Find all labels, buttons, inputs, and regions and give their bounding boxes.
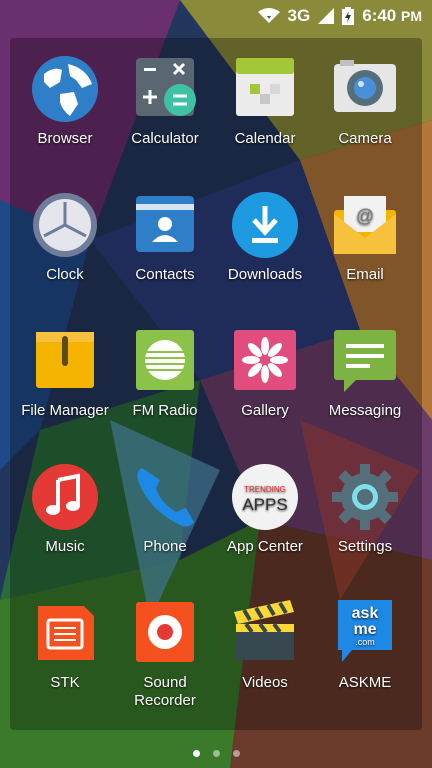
app-file-manager[interactable]: File Manager (15, 326, 115, 420)
svg-text:me: me (353, 621, 376, 638)
record-icon (136, 602, 194, 662)
askme-icon: ask me .com (338, 600, 392, 662)
gallery-flower-icon (234, 330, 296, 390)
sim-card-icon (38, 606, 94, 660)
app-calendar[interactable]: Calendar (215, 54, 315, 148)
trending-apps-icon: TRENDING APPS (232, 464, 298, 530)
app-camera[interactable]: Camera (315, 54, 415, 148)
message-icon (334, 330, 396, 392)
page-indicator (0, 750, 432, 757)
network-type-label: 3G (287, 6, 311, 25)
svg-text:ask: ask (352, 605, 379, 622)
page-dot-1[interactable] (192, 750, 200, 757)
calculator-icon (136, 58, 196, 116)
app-messaging[interactable]: Messaging (315, 326, 415, 420)
download-icon (232, 192, 298, 258)
clapperboard-icon (234, 600, 294, 660)
gear-icon (332, 464, 398, 530)
page-dot-2[interactable] (212, 750, 220, 757)
app-settings[interactable]: Settings (315, 462, 415, 556)
radio-icon (136, 330, 194, 390)
app-music[interactable]: Music (15, 462, 115, 556)
contacts-icon (136, 196, 194, 252)
app-browser[interactable]: Browser (15, 54, 115, 148)
app-app-center[interactable]: TRENDING APPS App Center (215, 462, 315, 556)
status-bar: 3G 6:40 PM (0, 0, 432, 32)
calendar-icon (236, 58, 294, 116)
svg-text:TRENDING: TRENDING (244, 485, 286, 494)
app-sound-recorder[interactable]: Sound Recorder (115, 598, 215, 710)
app-phone[interactable]: Phone (115, 462, 215, 556)
email-icon: @ (334, 196, 396, 254)
page-dot-3[interactable] (232, 750, 240, 757)
clock-icon (33, 193, 97, 257)
music-note-icon (32, 464, 98, 530)
globe-icon (32, 56, 98, 122)
camera-icon (334, 60, 396, 112)
app-downloads[interactable]: Downloads (215, 190, 315, 284)
phone-icon (137, 468, 194, 527)
app-calculator[interactable]: Calculator (115, 54, 215, 148)
app-askme[interactable]: ask me .com ASKME (315, 598, 415, 692)
app-videos[interactable]: Videos (215, 598, 315, 692)
svg-text:@: @ (356, 206, 374, 226)
app-stk[interactable]: STK (15, 598, 115, 692)
app-gallery[interactable]: Gallery (215, 326, 315, 420)
app-fm-radio[interactable]: FM Radio (115, 326, 215, 420)
wifi-icon (257, 8, 280, 23)
app-contacts[interactable]: Contacts (115, 190, 215, 284)
svg-text:APPS: APPS (242, 495, 287, 514)
signal-icon (318, 8, 335, 24)
app-email[interactable]: @ Email (315, 190, 415, 284)
app-clock[interactable]: Clock (15, 190, 115, 284)
folder-icon (36, 332, 94, 388)
svg-text:.com: .com (355, 637, 375, 647)
clock-time: 6:40 PM (362, 6, 422, 25)
battery-icon (342, 7, 355, 25)
